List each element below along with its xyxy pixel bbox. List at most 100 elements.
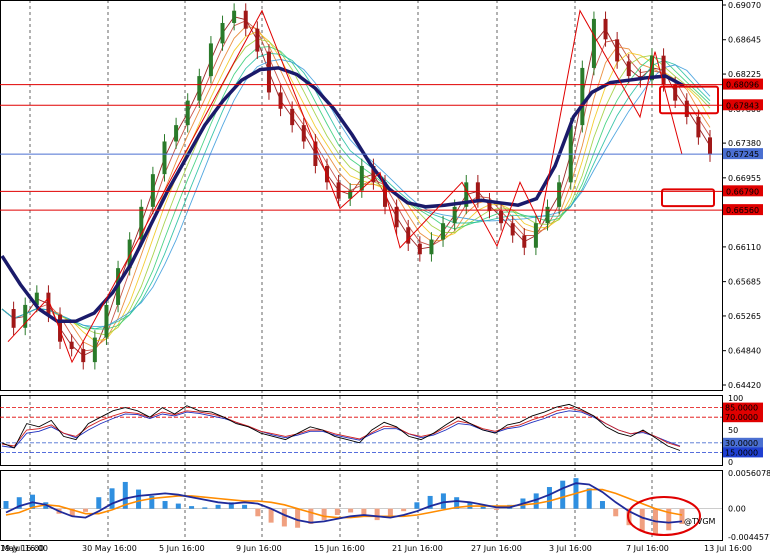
candle-body xyxy=(580,67,585,126)
x-axis-label: 15 Jun 16:00 xyxy=(314,544,365,553)
candle-body xyxy=(626,61,631,77)
macd-histogram-bar xyxy=(3,501,9,509)
macd-histogram-bar xyxy=(546,487,552,509)
candle-body xyxy=(243,10,248,29)
macd-histogram-bar xyxy=(189,506,195,509)
oscillator-level-label: 30.0000 xyxy=(725,439,758,448)
candle-body xyxy=(92,337,97,363)
macd-histogram-bar xyxy=(639,508,645,532)
candle-body xyxy=(150,174,155,207)
candle-body xyxy=(452,206,457,224)
oscillator-level-label: 70.0000 xyxy=(725,413,758,422)
oscillator-blue-line xyxy=(1,410,681,449)
candle-body xyxy=(429,239,434,255)
candle-body xyxy=(557,182,562,207)
candle-body xyxy=(684,100,689,117)
level-label: 0.67245 xyxy=(726,150,759,159)
macd-tick-label: -0.0044571 xyxy=(728,533,770,542)
macd-tick-label: 0.0056078 xyxy=(728,469,770,478)
x-axis-label: 21 Jun 16:00 xyxy=(392,544,443,553)
candle-body xyxy=(197,76,202,101)
chart-canvas: 0.690700.686450.682250.678000.673800.669… xyxy=(0,0,770,553)
candle-body xyxy=(533,223,538,248)
macd-histogram-bar xyxy=(136,489,142,509)
macd-histogram-bar xyxy=(613,508,619,517)
candle-body xyxy=(232,10,237,23)
x-axis-label: 9 Jun 16:00 xyxy=(236,544,282,553)
candle-body xyxy=(69,341,74,350)
price-tick-label: 0.64840 xyxy=(728,347,761,356)
oscillator-level-label: 15.0000 xyxy=(725,448,758,457)
oscillator-black-line xyxy=(1,403,681,451)
candle-body xyxy=(615,39,620,62)
candle-body xyxy=(591,18,596,68)
candle-body xyxy=(696,116,701,138)
x-axis-label: 30 May 16:00 xyxy=(82,544,137,553)
x-axis-label: 3 Jul 16:00 xyxy=(549,544,592,553)
candle-body xyxy=(278,92,283,109)
level-label: 0.68096 xyxy=(726,81,759,90)
x-axis-label: 19 Jul 16:00 xyxy=(0,544,48,553)
oscillator-red-line xyxy=(1,407,681,448)
macd-histogram-bar xyxy=(255,508,261,517)
candle-body xyxy=(499,210,504,224)
macd-histogram-bar xyxy=(599,501,605,509)
annotation-box-lower xyxy=(661,188,715,208)
macd-histogram-bar xyxy=(242,504,248,509)
macd-histogram-bar xyxy=(321,508,327,521)
macd-histogram-bar xyxy=(560,480,566,509)
candle-body xyxy=(266,51,271,93)
macd-histogram-bar xyxy=(96,497,102,509)
level-label: 0.66790 xyxy=(726,187,759,196)
price-tick-label: 0.65265 xyxy=(728,312,761,321)
macd-signal-line xyxy=(5,488,683,519)
x-axis-label: 7 Jul 16:00 xyxy=(626,544,669,553)
candle-body xyxy=(208,43,213,77)
candle-body xyxy=(81,349,86,363)
candle-body xyxy=(58,314,63,342)
x-axis-label: 27 Jun 16:00 xyxy=(471,544,522,553)
oscillator-level-label: 85.0000 xyxy=(725,404,758,413)
macd-main-line xyxy=(5,482,683,524)
macd-histogram-bar xyxy=(295,508,301,528)
macd-histogram-bar xyxy=(83,508,89,512)
candle-body xyxy=(510,223,515,236)
candle-body xyxy=(522,235,527,248)
price-tick-label: 0.65685 xyxy=(728,278,761,287)
macd-histogram-bar xyxy=(268,508,274,523)
oscillator-tick-label: 100 xyxy=(728,394,743,403)
macd-histogram-bar xyxy=(348,508,354,513)
candle-body xyxy=(417,243,422,255)
macd-histogram-bar xyxy=(215,504,221,509)
price-tick-label: 0.64420 xyxy=(728,381,761,390)
candle-body xyxy=(220,22,225,44)
level-label: 0.66560 xyxy=(726,206,759,215)
macd-histogram-bar xyxy=(414,502,420,509)
macd-histogram-bar xyxy=(493,508,499,510)
price-tick-label: 0.67380 xyxy=(728,139,761,148)
macd-histogram-bar xyxy=(440,493,446,509)
x-axis-label: 13 Jul 16:00 xyxy=(704,544,752,553)
candle-body xyxy=(336,182,341,199)
macd-histogram-bar xyxy=(162,501,168,509)
candle-body xyxy=(545,206,550,224)
macd-histogram-bar xyxy=(586,488,592,509)
candle-body xyxy=(185,100,190,126)
candle-body xyxy=(290,108,295,126)
price-tick-label: 0.68225 xyxy=(728,70,761,79)
x-axis-label: 5 Jun 16:00 xyxy=(159,544,205,553)
candle-body xyxy=(441,223,446,240)
candle-body xyxy=(174,125,179,142)
price-tick-label: 0.66110 xyxy=(728,243,761,252)
candle-body xyxy=(255,28,260,52)
price-tick-label: 0.66955 xyxy=(728,174,761,183)
forex-chart: 0.690700.686450.682250.678000.673800.669… xyxy=(0,0,770,555)
macd-tick-label: 0.00 xyxy=(728,505,746,514)
candle-body xyxy=(162,141,167,175)
macd-histogram-bar xyxy=(334,508,340,516)
level-label: 0.67843 xyxy=(726,101,759,110)
watermark-text: @TVGM xyxy=(684,517,716,526)
candle-body xyxy=(11,309,16,328)
oscillator-panel-frame xyxy=(0,395,723,466)
macd-histogram-bar xyxy=(281,508,287,527)
